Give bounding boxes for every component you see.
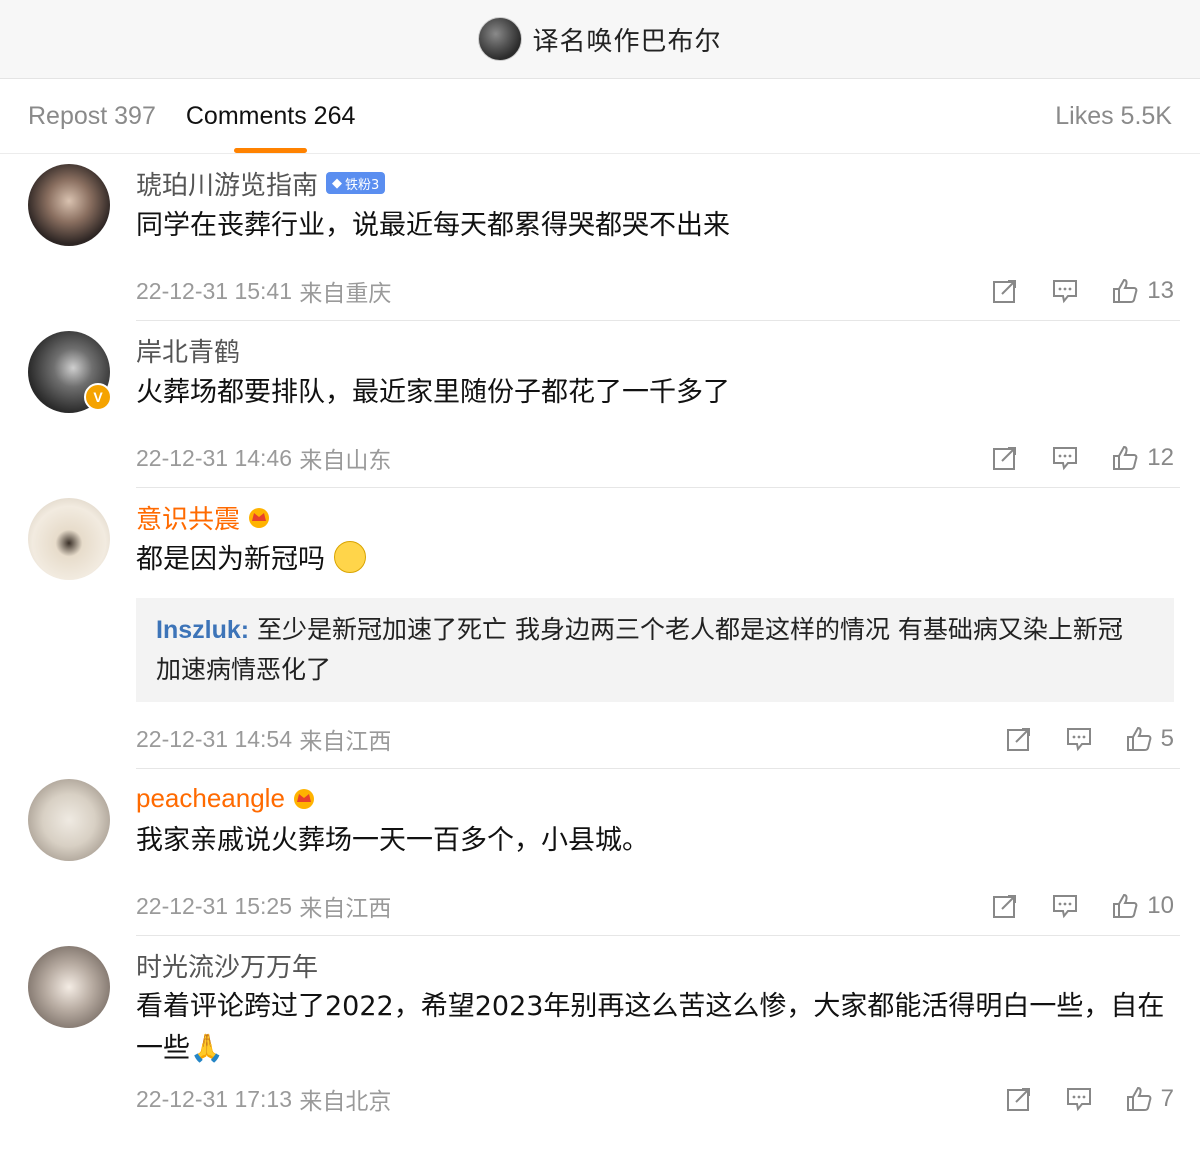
comment-location: 来自江西 bbox=[299, 729, 392, 755]
comment-icon bbox=[1053, 280, 1078, 304]
reply-button[interactable] bbox=[1065, 1085, 1093, 1113]
reply-button[interactable] bbox=[1051, 444, 1079, 472]
comment-icon bbox=[1053, 895, 1078, 919]
reply-author[interactable]: Inszluk: bbox=[156, 616, 249, 644]
share-button[interactable] bbox=[991, 892, 1019, 920]
tab-comments[interactable]: Comments 264 bbox=[186, 102, 355, 153]
comment-time: 22-12-31 15:41 bbox=[136, 277, 293, 304]
share-icon bbox=[993, 895, 1017, 918]
comment-author[interactable]: peacheangle bbox=[136, 783, 285, 814]
title-bar: 译名唤作巴布尔 bbox=[0, 0, 1200, 79]
comment-location: 来自江西 bbox=[299, 896, 392, 922]
reply-button[interactable] bbox=[1065, 725, 1093, 753]
verified-badge: V bbox=[84, 383, 112, 411]
share-icon bbox=[1006, 1088, 1030, 1111]
like-count: 12 bbox=[1147, 444, 1174, 471]
page-title: 译名唤作巴布尔 bbox=[532, 26, 722, 57]
like-count: 13 bbox=[1147, 277, 1174, 304]
comment-text: 看着评论跨过了2022，希望2023年别再这么苦这么惨，大家都能活得明白一些，自… bbox=[136, 991, 1165, 1064]
comment-author[interactable]: 意识共震 bbox=[136, 499, 240, 536]
like-count: 7 bbox=[1160, 1085, 1174, 1112]
like-button[interactable]: 13 bbox=[1111, 277, 1174, 305]
tab-bar: Repost 397 Comments 264 Likes 5.5K bbox=[0, 79, 1200, 154]
thumbs-up-icon bbox=[1113, 893, 1138, 918]
reply-button[interactable] bbox=[1051, 892, 1079, 920]
comment-item: 意识共震 都是因为新冠吗 Inszluk: 至少是新冠加速了死亡 我身边两三个老… bbox=[0, 488, 1200, 768]
comment-icon bbox=[1053, 447, 1078, 471]
like-button[interactable]: 10 bbox=[1111, 892, 1174, 920]
comment-text: 同学在丧葬行业，说最近每天都累得哭都哭不出来 bbox=[136, 210, 730, 241]
vip-crown-icon bbox=[249, 508, 270, 528]
avatar[interactable] bbox=[28, 779, 110, 861]
author-avatar[interactable] bbox=[478, 17, 523, 61]
avatar[interactable] bbox=[28, 498, 110, 580]
comment-author[interactable]: 琥珀川游览指南 bbox=[136, 165, 318, 202]
comment-time: 22-12-31 15:25 bbox=[136, 892, 293, 919]
comment-icon bbox=[1066, 728, 1091, 752]
tab-repost[interactable]: Repost 397 bbox=[28, 102, 156, 131]
like-button[interactable]: 7 bbox=[1125, 1085, 1174, 1113]
fan-badge: ◆ 铁粉3 bbox=[326, 172, 386, 194]
like-count: 10 bbox=[1147, 892, 1174, 919]
share-icon bbox=[993, 447, 1017, 470]
comment-author[interactable]: 岸北青鹤 bbox=[136, 332, 240, 369]
share-icon bbox=[1006, 728, 1030, 751]
sad-face-icon bbox=[333, 541, 366, 573]
reply-button[interactable] bbox=[1051, 277, 1079, 305]
reply-preview[interactable]: Inszluk: 至少是新冠加速了死亡 我身边两三个老人都是这样的情况 有基础病… bbox=[136, 598, 1174, 702]
like-button[interactable]: 5 bbox=[1125, 725, 1174, 753]
like-count: 5 bbox=[1160, 725, 1174, 752]
comment-icon bbox=[1066, 1088, 1091, 1112]
comment-location: 来自重庆 bbox=[299, 281, 392, 307]
reply-text: 至少是新冠加速了死亡 我身边两三个老人都是这样的情况 有基础病又染上新冠 加速病… bbox=[156, 615, 1123, 684]
avatar[interactable] bbox=[28, 164, 110, 246]
comment-text: 都是因为新冠吗 bbox=[136, 538, 1174, 582]
comment-item: 琥珀川游览指南 ◆ 铁粉3 同学在丧葬行业，说最近每天都累得哭都哭不出来 22-… bbox=[0, 154, 1200, 320]
like-button[interactable]: 12 bbox=[1111, 444, 1174, 472]
comment-time: 22-12-31 14:46 bbox=[136, 444, 293, 471]
comment-item: peacheangle 我家亲戚说火葬场一天一百多个，小县城。 22-12-31… bbox=[0, 769, 1200, 935]
vip-crown-icon bbox=[293, 789, 314, 809]
share-button[interactable] bbox=[1005, 725, 1033, 753]
avatar[interactable] bbox=[28, 946, 110, 1028]
tab-likes[interactable]: Likes 5.5K bbox=[1055, 102, 1172, 131]
diamond-icon: ◆ bbox=[332, 175, 343, 191]
comment-time: 22-12-31 14:54 bbox=[136, 725, 293, 752]
share-button[interactable] bbox=[991, 277, 1019, 305]
comment-time: 22-12-31 17:13 bbox=[136, 1085, 293, 1112]
comment-location: 来自山东 bbox=[299, 448, 392, 474]
share-button[interactable] bbox=[1005, 1085, 1033, 1113]
comment-text: 火葬场都要排队，最近家里随份子都花了一千多了 bbox=[136, 377, 730, 408]
comment-location: 来自北京 bbox=[299, 1089, 392, 1115]
comment-item: 时光流沙万万年 看着评论跨过了2022，希望2023年别再这么苦这么惨，大家都能… bbox=[0, 936, 1200, 1128]
praying-hands-icon: 🙏 bbox=[190, 1033, 224, 1064]
share-icon bbox=[993, 280, 1017, 303]
thumbs-up-icon bbox=[1126, 1086, 1152, 1111]
comment-author[interactable]: 时光流沙万万年 bbox=[136, 947, 318, 984]
thumbs-up-icon bbox=[1113, 278, 1138, 303]
thumbs-up-icon bbox=[1113, 445, 1138, 470]
thumbs-up-icon bbox=[1126, 726, 1152, 751]
share-button[interactable] bbox=[991, 444, 1019, 472]
comment-text: 我家亲戚说火葬场一天一百多个，小县城。 bbox=[136, 825, 649, 856]
comment-item: V 岸北青鹤 火葬场都要排队，最近家里随份子都花了一千多了 22-12-31 1… bbox=[0, 321, 1200, 487]
